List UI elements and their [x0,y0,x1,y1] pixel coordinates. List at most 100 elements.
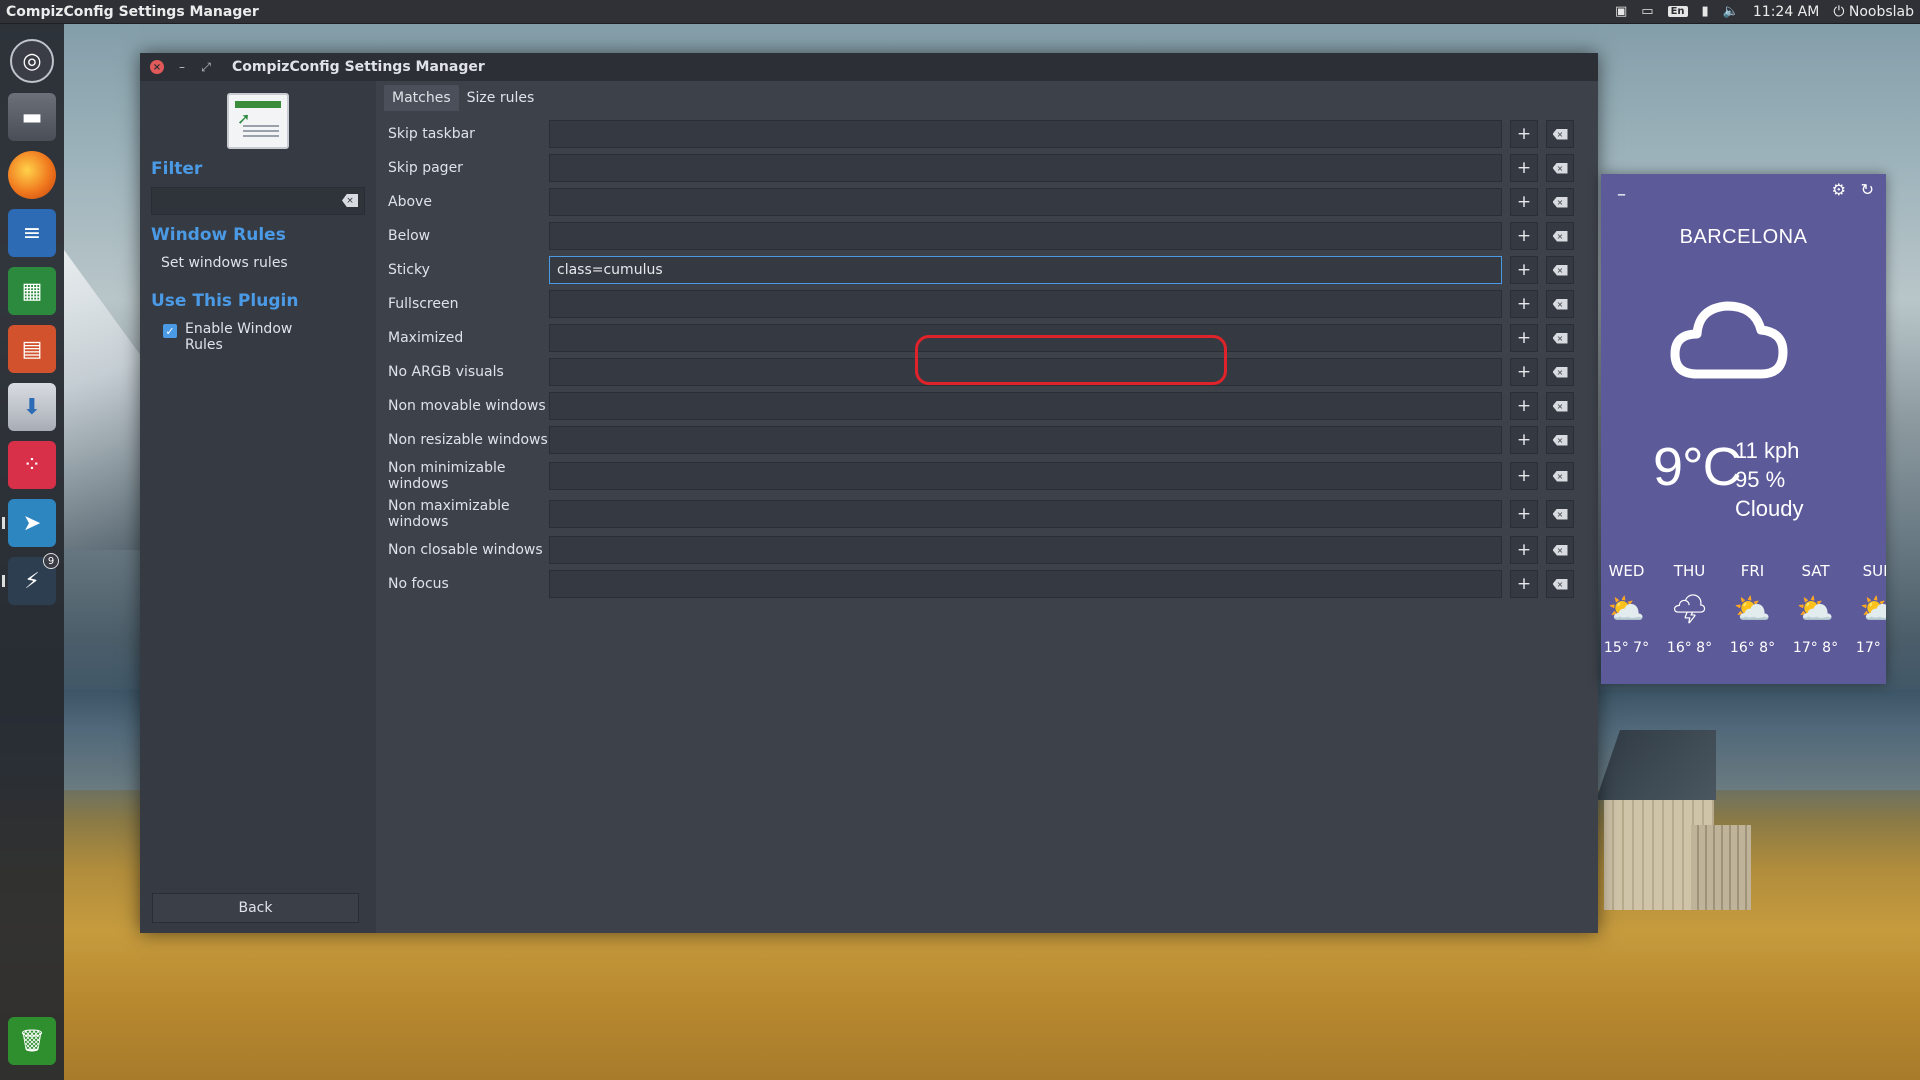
impress-icon[interactable]: ▤ [8,325,56,373]
add-match-button[interactable]: + [1510,392,1538,420]
image-indicator-icon[interactable]: ▣ [1615,4,1627,19]
active-app-title: CompizConfig Settings Manager [6,3,259,20]
match-row: Sticky + × [384,253,1598,287]
match-input[interactable] [549,324,1502,352]
match-row-label: Sticky [388,262,430,278]
clock[interactable]: 11:24 AM [1753,4,1819,20]
clear-filter-icon[interactable]: × [342,194,358,207]
add-match-button[interactable]: + [1510,256,1538,284]
match-input[interactable] [549,462,1502,490]
add-match-button[interactable]: + [1510,462,1538,490]
add-match-button[interactable]: + [1510,290,1538,318]
sun-cloud-icon: ⛅ [1607,591,1646,627]
wallpaper-cabin [1596,730,1751,910]
clear-match-button[interactable]: × [1546,392,1574,420]
filter-input[interactable]: × [151,187,365,215]
add-match-button[interactable]: + [1510,222,1538,250]
clear-match-button[interactable]: × [1546,290,1574,318]
add-match-button[interactable]: + [1510,426,1538,454]
writer-icon[interactable]: ≡ [8,209,56,257]
match-input[interactable] [549,426,1502,454]
tab-matches[interactable]: Matches [384,85,459,111]
matches-list: Skip taskbar + × Skip pager + × Above + × Below + ×… [384,111,1598,601]
session-indicator[interactable]: ⏻ Noobslab [1833,4,1914,20]
clear-match-button[interactable]: × [1546,188,1574,216]
bolt-app-icon[interactable]: ⚡ 9 [2,553,59,605]
clear-match-button[interactable]: × [1546,462,1574,490]
meta-app-icon[interactable]: ⁘ [8,441,56,489]
battery-icon[interactable]: ▮ [1702,4,1709,19]
close-icon[interactable]: × [150,60,164,74]
enable-plugin-row[interactable]: ✓ Enable Window Rules [151,311,365,363]
keyboard-layout-indicator[interactable]: En [1667,6,1688,17]
match-row-label: Non movable windows [388,398,546,414]
tab-bar: Matches Size rules [384,81,1598,111]
clear-match-button[interactable]: × [1546,536,1574,564]
clear-match-button[interactable]: × [1546,154,1574,182]
match-row: Skip pager + × [384,151,1598,185]
forecast-temps: 17° 8° [1792,640,1839,656]
add-match-button[interactable]: + [1510,358,1538,386]
clear-match-button[interactable]: × [1546,570,1574,598]
add-match-button[interactable]: + [1510,120,1538,148]
clear-match-button[interactable]: × [1546,222,1574,250]
match-input[interactable] [549,500,1502,528]
add-match-button[interactable]: + [1510,188,1538,216]
minimize-icon[interactable]: – [176,60,188,74]
add-match-button[interactable]: + [1510,570,1538,598]
forecast-day-name: FRI [1740,562,1765,580]
window-rules-heading: Window Rules [151,225,286,245]
add-match-button[interactable]: + [1510,154,1538,182]
calc-icon[interactable]: ▦ [8,267,56,315]
match-input[interactable] [549,290,1502,318]
clear-icon: × [1552,470,1568,482]
back-button[interactable]: Back [152,893,359,923]
clear-match-button[interactable]: × [1546,426,1574,454]
clear-match-button[interactable]: × [1546,500,1574,528]
software-updater-icon[interactable]: ⬇ [8,383,56,431]
match-input[interactable] [549,222,1502,250]
match-input[interactable] [549,570,1502,598]
match-row: Non maximizable windows + × [384,495,1598,533]
add-match-button[interactable]: + [1510,500,1538,528]
files-icon[interactable]: ▬ [8,93,56,141]
clear-icon: × [1552,366,1568,378]
match-input[interactable] [549,188,1502,216]
sidebar-item-set-windows-rules[interactable]: Set windows rules [151,245,365,281]
match-input[interactable] [549,154,1502,182]
weather-city: BARCELONA [1679,226,1808,248]
match-input[interactable] [549,536,1502,564]
trash-icon[interactable]: 🗑 [8,1017,56,1065]
match-row-label: Skip taskbar [388,126,475,142]
tab-size-rules[interactable]: Size rules [459,85,543,111]
clear-match-button[interactable]: × [1546,324,1574,352]
match-row-label: Non maximizable windows [388,498,510,530]
refresh-icon[interactable]: ↻ [1861,180,1874,199]
gear-icon[interactable]: ⚙ [1832,180,1846,199]
match-input[interactable] [549,358,1502,386]
sidebar: ➚ Filter × Window Rules Set windows rule… [140,81,376,933]
restore-icon[interactable]: ⤢ [200,60,212,75]
match-input[interactable] [549,392,1502,420]
volume-icon[interactable]: 🔈 [1723,4,1739,19]
window-title: CompizConfig Settings Manager [232,59,485,75]
display-indicator-icon[interactable]: ▭ [1641,4,1653,19]
forecast-day: THU 🌩 16° 8° [1658,562,1721,656]
window-titlebar[interactable]: × – ⤢ CompizConfig Settings Manager [140,53,1598,81]
firefox-icon[interactable] [8,151,56,199]
wind-speed: 11 kph [1735,438,1800,463]
clear-match-button[interactable]: × [1546,120,1574,148]
match-row-label: Non resizable windows [388,432,548,448]
add-match-button[interactable]: + [1510,536,1538,564]
clear-match-button[interactable]: × [1546,256,1574,284]
clear-icon: × [1552,578,1568,590]
match-input[interactable] [549,256,1502,284]
compiz-settings-icon[interactable]: ➤ [2,499,56,547]
match-input[interactable] [549,120,1502,148]
clear-match-button[interactable]: × [1546,358,1574,386]
enable-plugin-checkbox[interactable]: ✓ [163,324,177,338]
dash-home-icon[interactable]: ◎ [10,39,54,83]
minimize-widget-icon[interactable]: – [1617,184,1626,205]
add-match-button[interactable]: + [1510,324,1538,352]
match-row-label: No ARGB visuals [388,364,504,380]
